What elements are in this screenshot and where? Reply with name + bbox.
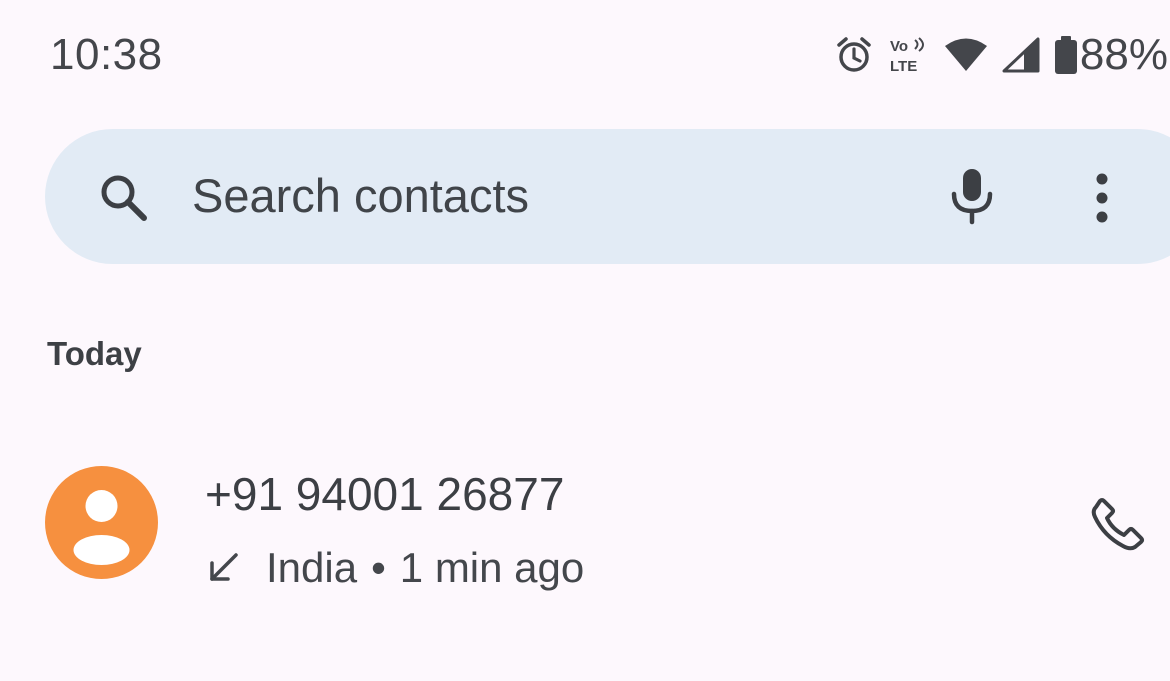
section-header-today: Today — [47, 335, 142, 372]
meta-separator: • — [371, 544, 386, 591]
microphone-icon[interactable] — [946, 166, 998, 226]
call-number: +91 94001 26877 — [205, 468, 565, 520]
search-icon[interactable] — [96, 170, 150, 224]
alarm-icon — [834, 35, 874, 75]
status-icons: Vo LTE 88% — [834, 30, 1170, 80]
call-time-ago: 1 min ago — [399, 544, 585, 591]
call-location: India — [266, 544, 358, 591]
volte-icon: Vo LTE — [888, 35, 930, 75]
search-input[interactable]: Search contacts — [192, 168, 529, 224]
incoming-call-arrow-icon — [206, 551, 240, 585]
battery-icon — [1054, 35, 1078, 75]
volte-bottom-text: LTE — [890, 58, 917, 75]
cellular-signal-icon — [1002, 37, 1040, 73]
volte-top-text: Vo — [890, 38, 908, 55]
avatar[interactable] — [45, 466, 158, 579]
wifi-icon — [944, 37, 988, 73]
call-meta: India • 1 min ago — [206, 543, 584, 593]
person-icon — [73, 490, 130, 565]
call-log-item[interactable]: +91 94001 26877 India • 1 min ago — [0, 440, 1170, 610]
battery-percent: 88% — [1079, 30, 1168, 79]
status-bar: 10:38 Vo LTE 88% — [0, 0, 1170, 110]
status-time: 10:38 — [50, 30, 163, 79]
more-vert-icon[interactable] — [1088, 172, 1116, 224]
phone-icon[interactable] — [1090, 496, 1146, 552]
